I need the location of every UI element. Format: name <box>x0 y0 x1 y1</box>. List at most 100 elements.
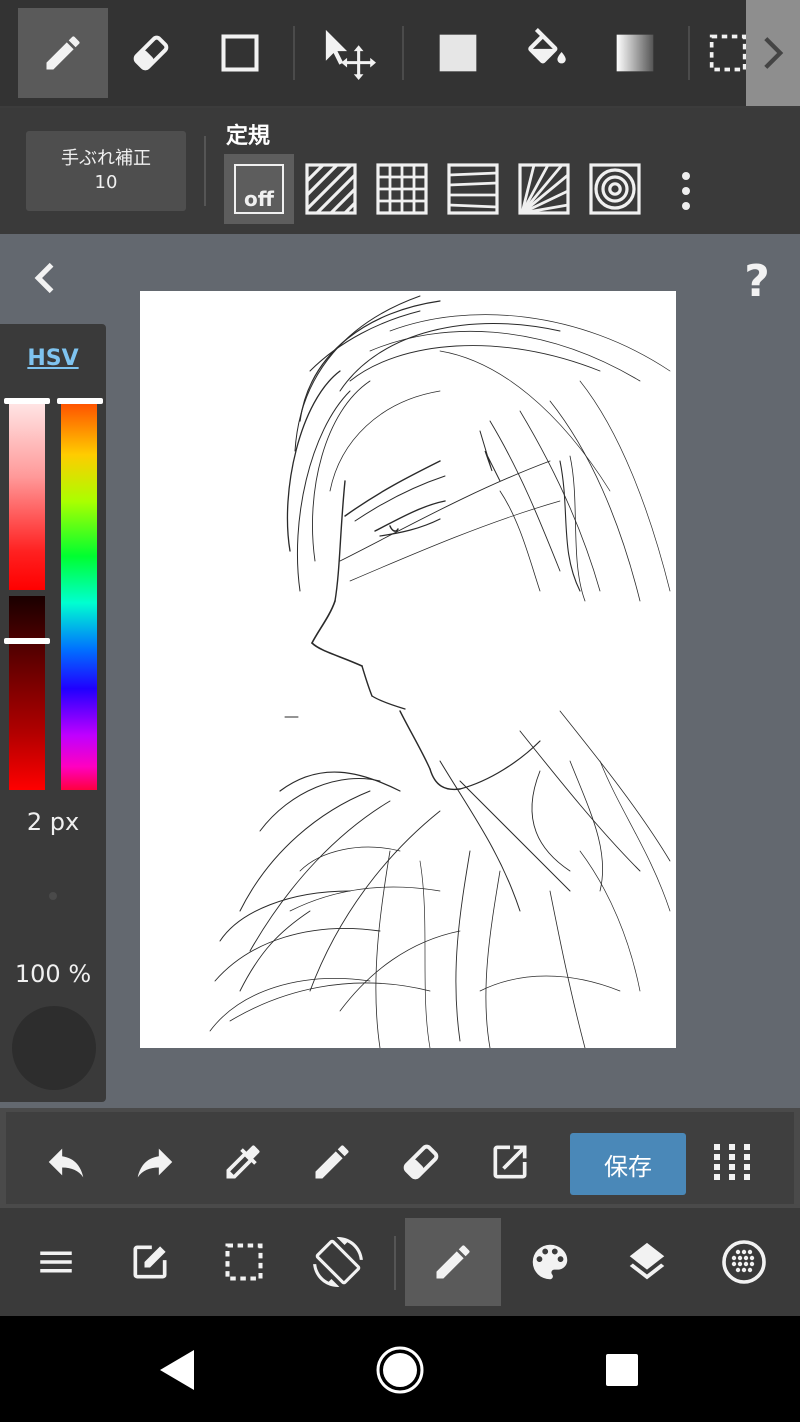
move-icon <box>325 29 376 80</box>
value-slider-handle[interactable] <box>4 638 50 644</box>
dot <box>682 187 690 195</box>
layers-icon <box>629 1242 665 1280</box>
eraser-tool-button[interactable] <box>106 8 196 98</box>
eraser-icon <box>403 1144 439 1180</box>
redo-icon <box>137 1148 173 1178</box>
nav-recents-button[interactable] <box>590 1338 654 1402</box>
save-button[interactable]: 保存 <box>570 1133 686 1195</box>
eraser-icon <box>133 35 169 71</box>
paint-bucket-icon <box>528 28 566 64</box>
ruler-concentric-button[interactable] <box>580 154 650 224</box>
stabilizer-label: 手ぶれ補正 <box>61 148 151 169</box>
value-slider[interactable] <box>9 596 45 790</box>
rectangle-tool-button[interactable] <box>195 8 285 98</box>
grid-ruler-icon <box>376 163 428 215</box>
eraser-quick-button[interactable] <box>393 1134 449 1190</box>
nav-back-button[interactable] <box>146 1338 210 1402</box>
ruler-grid-button[interactable] <box>367 154 437 224</box>
pen-icon <box>315 1145 349 1179</box>
redo-button[interactable] <box>127 1134 183 1190</box>
pen-tool-button[interactable] <box>18 8 108 98</box>
palette-icon <box>532 1244 568 1280</box>
chevron-right-icon <box>764 37 784 69</box>
main-menu-bar <box>0 1208 800 1316</box>
question-mark-icon: ? <box>744 255 770 307</box>
eyedropper-icon <box>226 1145 260 1179</box>
top-toolbar <box>0 0 800 108</box>
perspective-ruler-icon <box>447 163 499 215</box>
hamburger-menu-icon <box>40 1251 72 1273</box>
home-circle-icon <box>376 1346 424 1394</box>
toolbar-scroll-right-button[interactable] <box>746 0 800 106</box>
pen-icon <box>46 36 80 70</box>
gradient-icon <box>616 34 654 72</box>
toolbar-divider <box>293 26 295 80</box>
selection-menu-button[interactable] <box>196 1218 292 1306</box>
recents-square-icon <box>606 1354 638 1386</box>
parallel-lines-icon <box>305 163 357 215</box>
selection-icon <box>225 1243 263 1281</box>
ruler-title: 定規 <box>226 124 271 149</box>
paint-bucket-tool-button[interactable] <box>502 8 592 98</box>
ruler-perspective-button[interactable] <box>438 154 508 224</box>
chevron-left-icon <box>34 262 54 294</box>
canvas-area[interactable]: ? HSV 2 px 100 % <box>0 234 800 1108</box>
stabilizer-button[interactable]: 手ぶれ補正 10 <box>26 131 186 211</box>
toolbar-divider <box>402 26 404 80</box>
hue-slider[interactable] <box>61 400 97 790</box>
dotted-circle-icon <box>722 1240 766 1284</box>
color-palette-button[interactable] <box>502 1218 598 1306</box>
radial-ruler-icon <box>518 163 570 215</box>
sketch-image <box>209 295 671 1048</box>
eyedropper-button[interactable] <box>215 1134 271 1190</box>
brush-size-label[interactable]: 2 px <box>0 808 106 836</box>
materials-button[interactable] <box>696 1218 792 1306</box>
main-menu-button[interactable] <box>8 1218 104 1306</box>
menu-divider <box>394 1236 396 1290</box>
action-bar: 保存 <box>0 1108 800 1208</box>
rotate-canvas-button[interactable] <box>290 1218 386 1306</box>
layers-button[interactable] <box>599 1218 695 1306</box>
edit-menu-button[interactable] <box>102 1218 198 1306</box>
square-fill-icon <box>439 34 477 72</box>
gradient-tool-button[interactable] <box>590 8 680 98</box>
brush-options-bar: 手ぶれ補正 10 定規 off <box>0 108 800 234</box>
saturation-slider[interactable] <box>9 400 45 590</box>
stabilizer-value: 10 <box>94 172 118 193</box>
undo-button[interactable] <box>38 1134 94 1190</box>
dot <box>682 202 690 210</box>
action-bar-inner: 保存 <box>6 1112 794 1204</box>
rectangle-icon <box>221 34 259 72</box>
quick-menu-button[interactable] <box>704 1134 760 1190</box>
hsv-mode-toggle[interactable]: HSV <box>0 346 106 371</box>
move-tool-button[interactable] <box>304 8 394 98</box>
ruler-off-button[interactable]: off <box>224 154 294 224</box>
hue-slider-handle[interactable] <box>57 398 103 404</box>
pen-quick-button[interactable] <box>304 1134 360 1190</box>
toolbar-divider <box>688 26 690 80</box>
nav-home-button[interactable] <box>368 1338 432 1402</box>
brush-menu-button[interactable] <box>405 1218 501 1306</box>
more-options-button[interactable] <box>668 166 704 216</box>
ruler-radial-button[interactable] <box>509 154 579 224</box>
brush-size-preview <box>49 892 57 900</box>
collapse-panel-button[interactable] <box>24 258 64 298</box>
current-color-swatch[interactable] <box>12 1006 96 1090</box>
drawing-canvas[interactable] <box>140 291 676 1048</box>
back-triangle-icon <box>160 1350 194 1390</box>
color-panel: HSV 2 px 100 % <box>0 324 106 1102</box>
ruler-off-label: off <box>244 187 274 211</box>
help-button[interactable]: ? <box>730 254 784 308</box>
fill-color-tool-button[interactable] <box>413 8 503 98</box>
dots-grid-icon <box>714 1144 750 1180</box>
open-external-icon <box>493 1145 527 1179</box>
screen-rotation-icon <box>313 1237 363 1287</box>
undo-icon <box>48 1148 84 1178</box>
dot <box>682 172 690 180</box>
options-divider <box>204 136 206 206</box>
opacity-label[interactable]: 100 % <box>0 960 106 988</box>
system-navigation-bar <box>0 1316 800 1422</box>
saturation-slider-handle[interactable] <box>4 398 50 404</box>
share-button[interactable] <box>482 1134 538 1190</box>
ruler-parallel-button[interactable] <box>296 154 366 224</box>
